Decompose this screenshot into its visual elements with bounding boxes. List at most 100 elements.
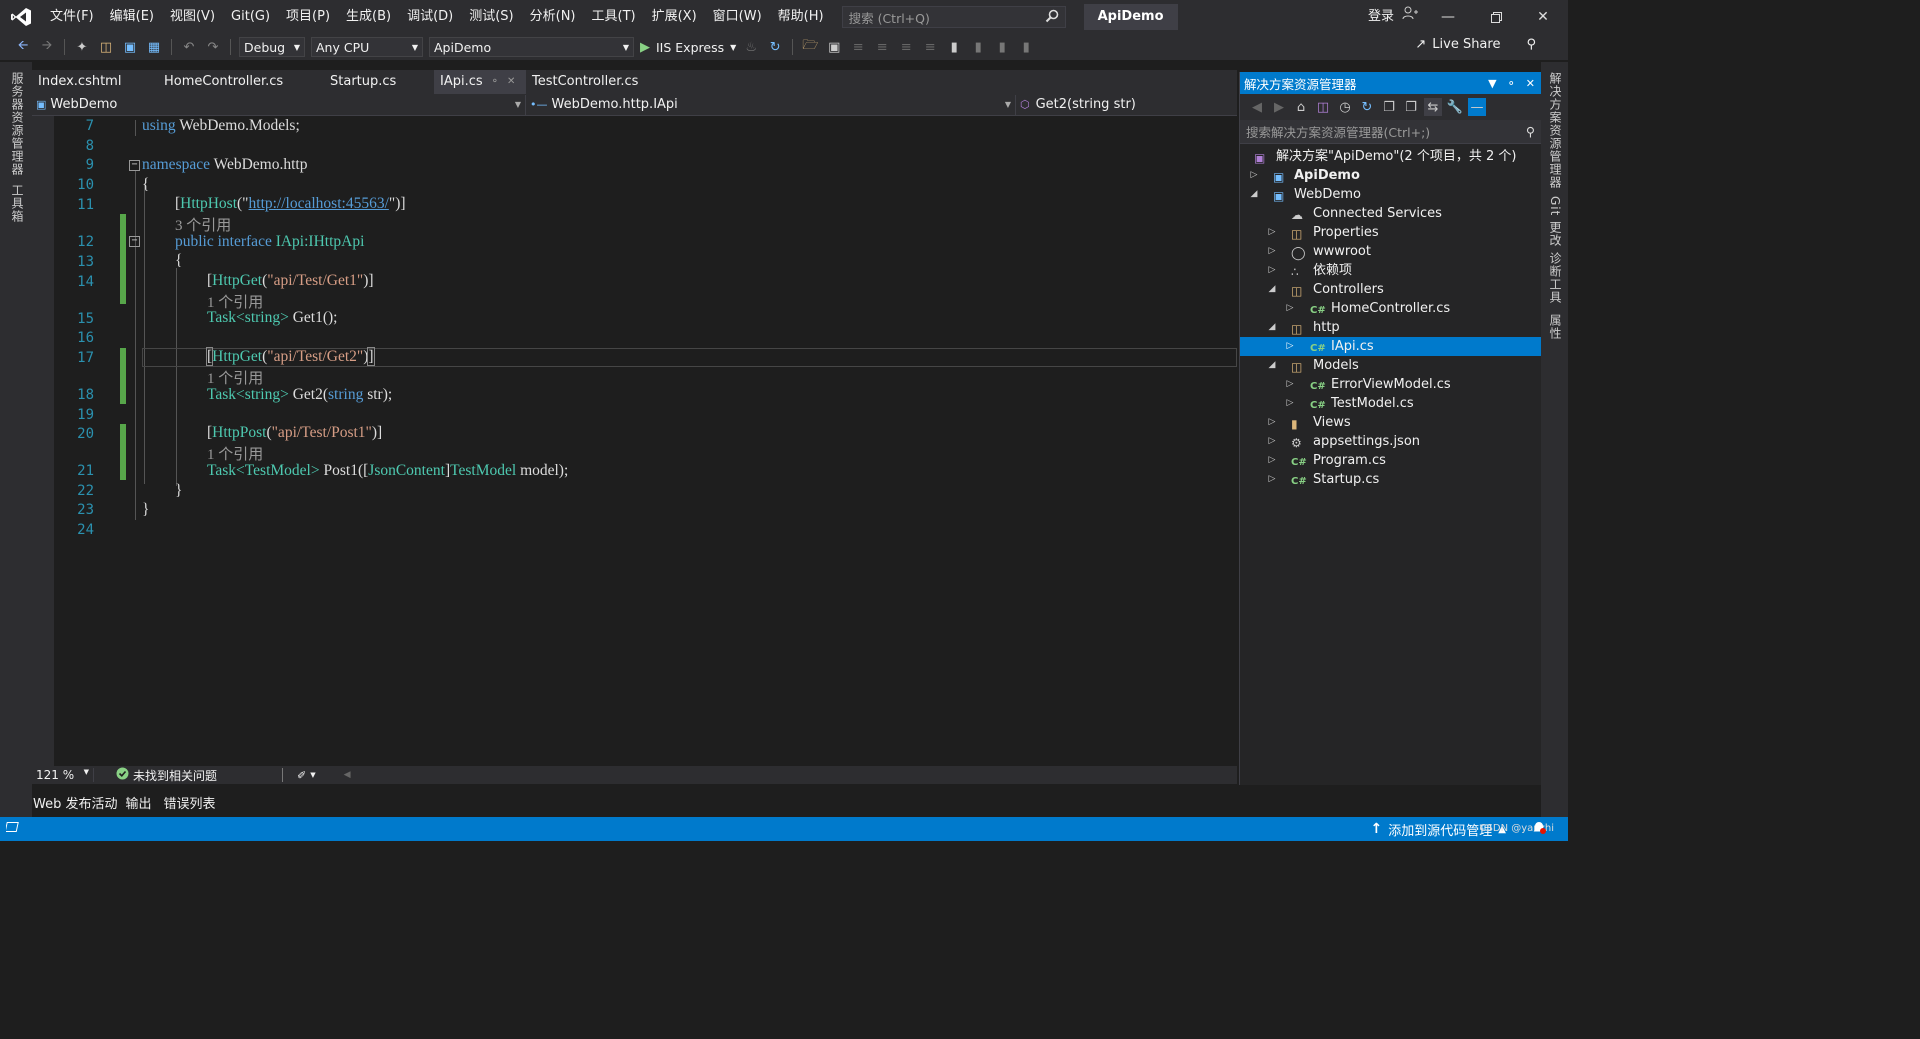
expand-arrow-icon[interactable]: ▷ xyxy=(1248,166,1260,185)
codelens-references[interactable]: 3 个引用 xyxy=(175,214,231,234)
code-line-interface[interactable]: public interface IApi:IHttpApi xyxy=(175,233,364,251)
server-explorer-tab[interactable]: 服务器资源管理器 xyxy=(9,72,26,176)
tree-item-webdemo[interactable]: ◢ ▣ WebDemo xyxy=(1240,185,1541,204)
code-line-get2[interactable]: Task<string> Get2(string str); xyxy=(207,386,392,404)
outdent-icon[interactable]: ≡ xyxy=(897,38,915,56)
type-dropdown[interactable]: •— WebDemo.http.IApi ▼ xyxy=(526,94,1016,115)
minimize-icon[interactable]: — xyxy=(1425,0,1471,34)
visual-studio-logo-icon[interactable] xyxy=(0,0,42,34)
collapse-all-icon[interactable]: ❐ xyxy=(1380,98,1398,116)
tab-error-list[interactable]: 错误列表 xyxy=(164,793,216,812)
diagnostic-tools-side-tab[interactable]: 诊断工具 xyxy=(1547,252,1564,304)
expand-arrow-icon[interactable]: ▷ xyxy=(1266,451,1278,470)
back-icon[interactable]: ◀ xyxy=(1248,98,1266,116)
back-icon[interactable]: 🡨 xyxy=(14,38,32,56)
history-icon[interactable]: ◷ xyxy=(1336,98,1354,116)
startup-project-select[interactable]: ApiDemo ▼ xyxy=(429,37,634,57)
scroll-left-icon[interactable]: ◀ xyxy=(344,770,351,780)
undo-icon[interactable]: ↶ xyxy=(180,38,198,56)
code-line-namespace[interactable]: namespace WebDemo.http xyxy=(142,156,307,174)
menu-build[interactable]: 生成(B) xyxy=(338,0,399,34)
tree-item-appsettings[interactable]: ▷ ⚙ appsettings.json xyxy=(1240,432,1541,451)
code-editor[interactable]: − − 7 8 9 10 11 12 13 14 15 16 17 18 19 … xyxy=(32,116,1237,766)
menu-git[interactable]: Git(G) xyxy=(223,0,278,34)
prev-bookmark-icon[interactable]: ▮ xyxy=(969,38,987,56)
tree-item-views[interactable]: ▷ ▮ Views xyxy=(1240,413,1541,432)
tree-item-http[interactable]: ◢ ◫ http xyxy=(1240,318,1541,337)
switch-views-icon[interactable]: ◫ xyxy=(1314,98,1332,116)
tree-item-errorviewmodel[interactable]: ▷ C# ErrorViewModel.cs xyxy=(1240,375,1541,394)
tab-web-publish-activity[interactable]: Web 发布活动 xyxy=(33,793,117,812)
collapse-icon[interactable]: − xyxy=(129,236,140,247)
tab-iapi[interactable]: IApi.cs ⚬ ✕ xyxy=(434,70,526,94)
next-bookmark-icon[interactable]: ▮ xyxy=(993,38,1011,56)
feedback-icon[interactable]: ⚲ xyxy=(1526,37,1536,52)
preview-icon[interactable]: — xyxy=(1468,98,1486,116)
open-folder-icon[interactable]: ◫ xyxy=(97,38,115,56)
expand-arrow-icon[interactable]: ▷ xyxy=(1284,394,1296,413)
restore-icon[interactable] xyxy=(1473,0,1519,34)
code-close-brace[interactable]: } xyxy=(175,482,182,500)
tree-item-iapi-selected[interactable]: ▷ C# IApi.cs xyxy=(1240,337,1541,356)
expand-arrow-icon[interactable]: ▷ xyxy=(1266,432,1278,451)
menu-tools[interactable]: 工具(T) xyxy=(584,0,644,34)
collapse-arrow-icon[interactable]: ◢ xyxy=(1266,280,1278,299)
tree-item-homecontroller[interactable]: ▷ C# HomeController.cs xyxy=(1240,299,1541,318)
menu-debug[interactable]: 调试(D) xyxy=(399,0,461,34)
expand-arrow-icon[interactable]: ▷ xyxy=(1266,242,1278,261)
sync-icon[interactable]: ↻ xyxy=(1358,98,1376,116)
tree-item-wwwroot[interactable]: ▷ ◯ wwwroot xyxy=(1240,242,1541,261)
tab-homecontroller[interactable]: HomeController.cs xyxy=(158,70,324,94)
run-button[interactable]: ▶ IIS Express ▼ xyxy=(640,40,736,55)
collapse-arrow-icon[interactable]: ◢ xyxy=(1266,318,1278,337)
tab-testcontroller[interactable]: TestController.cs xyxy=(526,70,666,94)
forward-icon[interactable]: 🡪 xyxy=(38,38,56,56)
expand-arrow-icon[interactable]: ▷ xyxy=(1284,375,1296,394)
redo-icon[interactable]: ↷ xyxy=(204,38,222,56)
properties-side-tab[interactable]: 属性 xyxy=(1547,314,1564,340)
code-open-brace[interactable]: { xyxy=(175,252,182,270)
show-all-files-icon[interactable]: ❐ xyxy=(1402,98,1420,116)
tree-item-properties[interactable]: ▷ ◫ Properties xyxy=(1240,223,1541,242)
code-line-using[interactable]: using WebDemo.Models; xyxy=(142,117,300,135)
notifications-bell-icon[interactable] xyxy=(1532,819,1546,839)
refresh-icon[interactable]: ↻ xyxy=(766,38,784,56)
save-all-icon[interactable]: ▦ xyxy=(145,38,163,56)
platform-select[interactable]: Any CPU ▼ xyxy=(311,37,423,57)
sync-with-document-icon[interactable]: ⇆ xyxy=(1424,98,1442,116)
tree-item-program[interactable]: ▷ C# Program.cs xyxy=(1240,451,1541,470)
pin-icon[interactable]: ⚬ xyxy=(491,70,499,94)
expand-arrow-icon[interactable]: ▷ xyxy=(1266,413,1278,432)
new-project-icon[interactable]: ✦ xyxy=(73,38,91,56)
login-label[interactable]: 登录 xyxy=(1368,0,1394,34)
close-panel-icon[interactable]: ✕ xyxy=(1526,77,1535,90)
tree-item-apidemo[interactable]: ▷ ▣ ApiDemo xyxy=(1240,166,1541,185)
hot-reload-flame-icon[interactable]: ♨ xyxy=(742,38,760,56)
auto-hide-pin-icon[interactable]: ⚬ xyxy=(1507,77,1516,90)
code-cleanup-button[interactable]: ✐ ▼ xyxy=(282,768,316,782)
menu-test[interactable]: 测试(S) xyxy=(461,0,521,34)
tree-item-startup[interactable]: ▷ C# Startup.cs xyxy=(1240,470,1541,489)
indent-icon[interactable]: ≡ xyxy=(921,38,939,56)
configuration-select[interactable]: Debug ▼ xyxy=(239,37,305,57)
expand-arrow-icon[interactable]: ▷ xyxy=(1284,337,1296,356)
close-window-icon[interactable]: ✕ xyxy=(1520,0,1566,34)
tree-item-dependencies[interactable]: ▷ ∴ 依赖项 xyxy=(1240,261,1541,280)
expand-arrow-icon[interactable]: ▷ xyxy=(1284,299,1296,318)
properties-wrench-icon[interactable]: 🔧 xyxy=(1446,98,1464,116)
menu-view[interactable]: 视图(V) xyxy=(162,0,223,34)
bookmark-icon[interactable]: ▮ xyxy=(945,38,963,56)
solution-search-input[interactable]: 搜索解决方案资源管理器(Ctrl+;) ⚲ xyxy=(1240,120,1541,144)
git-changes-side-tab[interactable]: Git 更改 xyxy=(1547,196,1564,247)
expand-arrow-icon[interactable]: ▷ xyxy=(1266,470,1278,489)
tree-item-testmodel[interactable]: ▷ C# TestModel.cs xyxy=(1240,394,1541,413)
project-dropdown[interactable]: ▣ WebDemo ▼ xyxy=(32,94,526,115)
menu-help[interactable]: 帮助(H) xyxy=(770,0,832,34)
code-open-brace[interactable]: { xyxy=(142,176,149,194)
menu-project[interactable]: 项目(P) xyxy=(278,0,338,34)
zoom-dropdown[interactable]: 121 % ▼ xyxy=(32,768,94,782)
login-area[interactable]: 登录 xyxy=(1368,0,1418,34)
tab-startup[interactable]: Startup.cs xyxy=(324,70,434,94)
tab-output[interactable]: 输出 xyxy=(125,793,151,812)
codelens-references[interactable]: 1 个引用 xyxy=(207,367,263,387)
